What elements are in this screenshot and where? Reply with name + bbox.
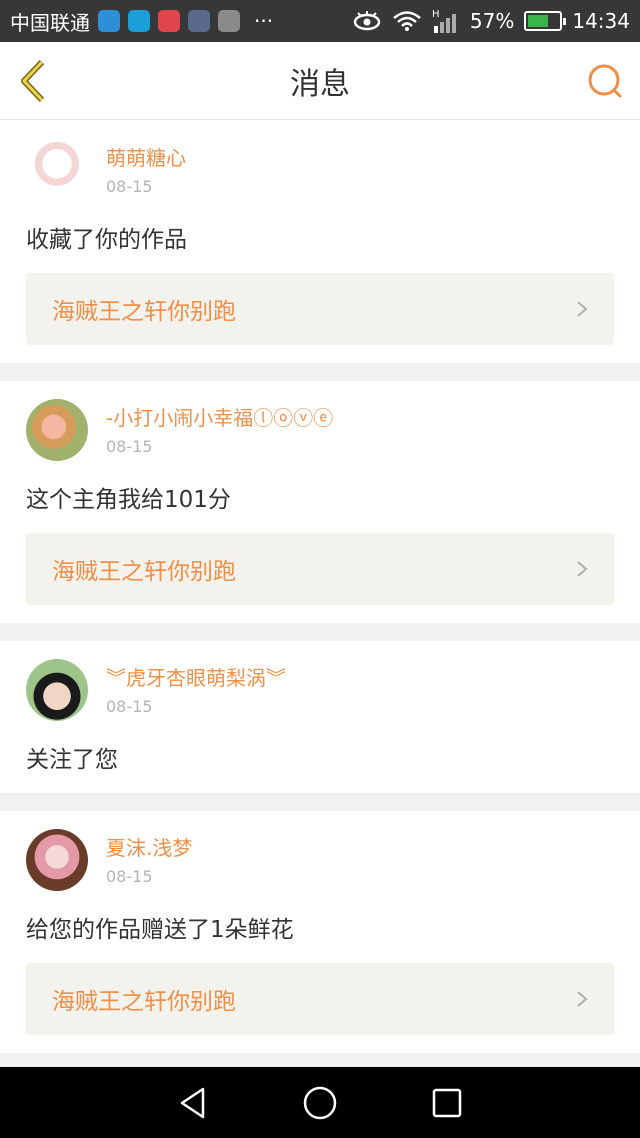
wifi-icon [393, 11, 421, 31]
more-notifications-icon: ··· [254, 9, 274, 33]
app-notification-icon [158, 10, 180, 32]
username[interactable]: 萌萌糖心 [106, 145, 186, 171]
avatar[interactable] [26, 659, 88, 721]
nav-back-button[interactable] [173, 1083, 213, 1123]
work-title: 海贼王之轩你别跑 [52, 559, 236, 585]
search-icon[interactable] [586, 62, 624, 100]
work-link-button[interactable]: 海贼王之轩你别跑 [26, 533, 614, 605]
chevron-left-icon[interactable] [16, 58, 52, 104]
battery-icon [524, 11, 567, 31]
message-card: -小打小闹小幸福ⓛⓞⓥⓔ 08-15 这个主角我给101分 海贼王之轩你别跑 [0, 381, 640, 623]
app-header: 消息 [0, 42, 640, 120]
eye-icon [353, 11, 381, 31]
work-title: 海贼王之轩你别跑 [52, 989, 236, 1015]
square-recents-icon [432, 1088, 461, 1117]
work-link-button[interactable]: 海贼王之轩你别跑 [26, 273, 614, 345]
browser-notification-icon [98, 10, 120, 32]
work-title: 海贼王之轩你别跑 [52, 299, 236, 325]
chevron-right-icon [577, 301, 588, 317]
signal-icon: H [432, 9, 456, 33]
app-notification-icon [188, 10, 210, 32]
avatar[interactable] [26, 399, 88, 461]
message-card: 萌萌糖心 08-15 收藏了你的作品 海贼王之轩你别跑 [0, 121, 640, 363]
chevron-right-icon [577, 561, 588, 577]
carrier-name: 中国联通 [10, 10, 90, 35]
status-bar: 中国联通 ··· H 57% 14:34 [0, 0, 640, 42]
message-text: 给您的作品赠送了1朵鲜花 [26, 917, 294, 943]
message-text: 收藏了你的作品 [26, 227, 187, 253]
svg-text:H: H [432, 9, 440, 20]
avatar[interactable] [26, 139, 88, 201]
circle-home-icon [303, 1086, 337, 1119]
username[interactable]: -小打小闹小幸福ⓛⓞⓥⓔ [106, 405, 333, 431]
clock: 14:34 [572, 9, 630, 33]
avatar[interactable] [26, 829, 88, 891]
message-date: 08-15 [106, 177, 153, 196]
username[interactable]: ︾虎牙杏眼萌梨涡︾ [106, 665, 286, 691]
username[interactable]: 夏沫.浅梦 [106, 835, 192, 861]
message-card: ︾虎牙杏眼萌梨涡︾ 08-15 关注了您 [0, 641, 640, 793]
nav-recents-button[interactable] [427, 1083, 467, 1123]
message-text: 这个主角我给101分 [26, 487, 231, 513]
message-date: 08-15 [106, 867, 153, 886]
image-notification-icon [218, 10, 240, 32]
message-date: 08-15 [106, 697, 153, 716]
location-notification-icon [128, 10, 150, 32]
battery-percent: 57% [469, 9, 515, 33]
system-nav-bar [0, 1067, 640, 1138]
page-title: 消息 [290, 66, 350, 102]
message-text: 关注了您 [26, 747, 118, 773]
triangle-back-icon [181, 1087, 205, 1118]
chevron-right-icon [577, 991, 588, 1007]
nav-home-button[interactable] [300, 1083, 340, 1123]
work-link-button[interactable]: 海贼王之轩你别跑 [26, 963, 614, 1035]
message-card: 夏沫.浅梦 08-15 给您的作品赠送了1朵鲜花 海贼王之轩你别跑 [0, 811, 640, 1053]
message-date: 08-15 [106, 437, 153, 456]
message-feed[interactable]: 萌萌糖心 08-15 收藏了你的作品 海贼王之轩你别跑 -小打小闹小幸福ⓛⓞⓥⓔ… [0, 121, 640, 1067]
